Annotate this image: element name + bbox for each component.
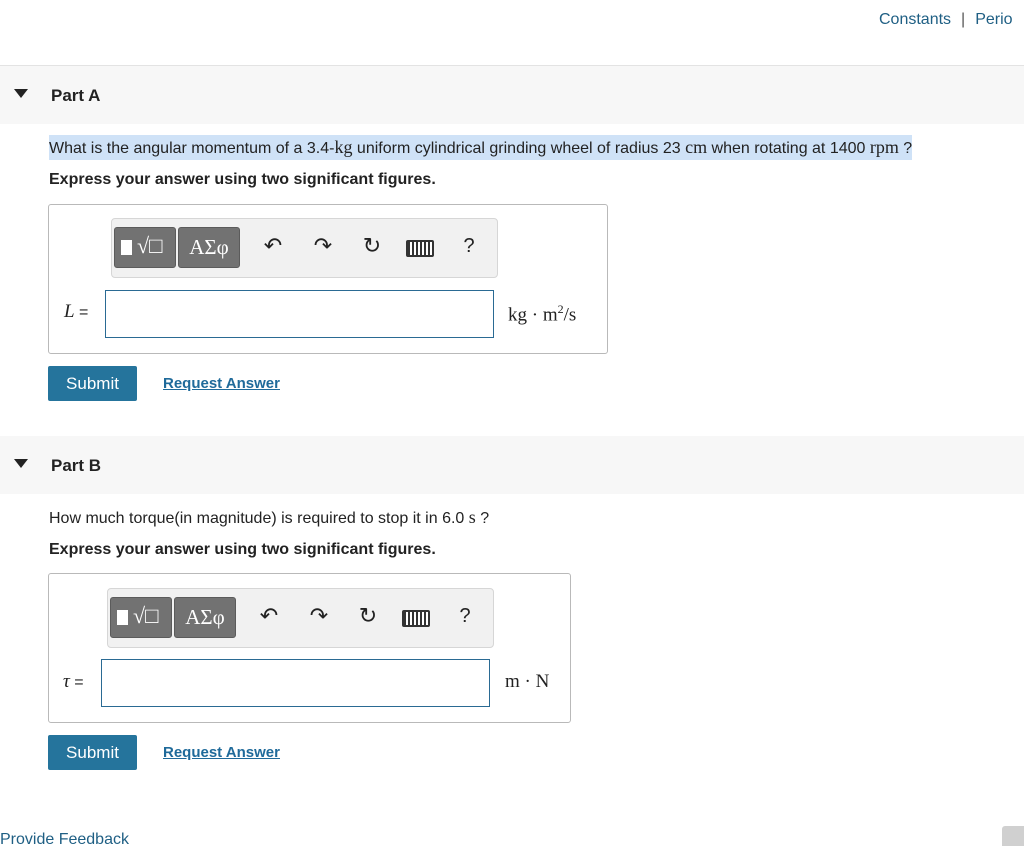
provide-feedback-link[interactable]: Provide Feedback bbox=[0, 831, 129, 849]
request-answer-link[interactable]: Request Answer bbox=[163, 375, 280, 392]
greek-symbols-button[interactable]: ΑΣφ bbox=[178, 227, 240, 268]
collapse-triangle-icon[interactable] bbox=[14, 89, 28, 98]
help-icon[interactable]: ? bbox=[452, 605, 478, 627]
undo-icon[interactable]: ↶ bbox=[256, 605, 282, 627]
templates-button[interactable]: √□ bbox=[110, 597, 172, 638]
answer-units: m · N bbox=[505, 671, 550, 692]
part-b-header[interactable]: Part B bbox=[0, 436, 1024, 494]
collapse-triangle-icon[interactable] bbox=[14, 459, 28, 468]
answer-variable-label: τ = bbox=[63, 671, 84, 692]
periodic-table-link[interactable]: Perio bbox=[975, 11, 1012, 28]
part-b-instruction: Express your answer using two significan… bbox=[49, 541, 436, 558]
redo-icon[interactable]: ↷ bbox=[310, 235, 336, 257]
part-a-answer-box: √□ ΑΣφ ↶ ↷ ↻ ? L = kg · m2/s bbox=[48, 204, 608, 354]
reset-icon[interactable]: ↻ bbox=[355, 605, 381, 627]
radical-icon: √□ bbox=[133, 603, 159, 628]
radical-icon: √□ bbox=[137, 233, 163, 258]
template-square-icon bbox=[117, 610, 128, 625]
part-a-title: Part A bbox=[51, 86, 101, 105]
next-button[interactable] bbox=[1002, 826, 1024, 846]
math-toolbar: √□ ΑΣφ ↶ ↷ ↻ ? bbox=[107, 588, 494, 648]
part-a-header[interactable]: Part A bbox=[0, 66, 1024, 124]
greek-symbols-button[interactable]: ΑΣφ bbox=[174, 597, 236, 638]
part-b-answer-box: √□ ΑΣφ ↶ ↷ ↻ ? τ = m · N bbox=[48, 573, 571, 723]
top-links: Constants | Perio bbox=[879, 11, 1013, 29]
part-b-title: Part B bbox=[51, 456, 102, 475]
part-a-question: What is the angular momentum of a 3.4-kg… bbox=[49, 135, 913, 160]
template-square-icon bbox=[121, 240, 132, 255]
undo-icon[interactable]: ↶ bbox=[260, 235, 286, 257]
constants-link[interactable]: Constants bbox=[879, 11, 951, 28]
answer-variable-label: L = bbox=[64, 301, 89, 322]
request-answer-link[interactable]: Request Answer bbox=[163, 744, 280, 761]
part-b-question: How much torque(in magnitude) is require… bbox=[49, 507, 490, 527]
answer-units: kg · m2/s bbox=[508, 302, 577, 326]
submit-button[interactable]: Submit bbox=[48, 366, 137, 401]
templates-button[interactable]: √□ bbox=[114, 227, 176, 268]
math-toolbar: √□ ΑΣφ ↶ ↷ ↻ ? bbox=[111, 218, 498, 278]
submit-button[interactable]: Submit bbox=[48, 735, 137, 770]
answer-input[interactable] bbox=[101, 659, 490, 707]
redo-icon[interactable]: ↷ bbox=[306, 605, 332, 627]
keyboard-icon[interactable] bbox=[402, 610, 430, 627]
keyboard-icon[interactable] bbox=[406, 240, 434, 257]
answer-input[interactable] bbox=[105, 290, 494, 338]
help-icon[interactable]: ? bbox=[456, 235, 482, 257]
reset-icon[interactable]: ↻ bbox=[359, 235, 385, 257]
link-separator: | bbox=[961, 11, 966, 28]
part-a-instruction: Express your answer using two significan… bbox=[49, 171, 436, 188]
